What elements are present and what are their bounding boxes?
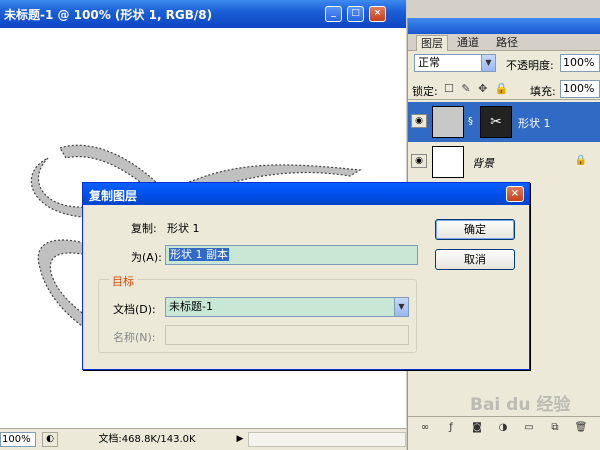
layer-row-shape[interactable]: ◉ § ✂ 形状 1 (408, 102, 600, 142)
document-title: 未标题-1 @ 100% (形状 1, RGB/8) (4, 8, 213, 22)
blend-row: 正常 ▼ 不透明度: 100% (408, 52, 600, 74)
as-name-value: 形状 1 副本 (169, 248, 229, 261)
opacity-field[interactable]: 100% (560, 54, 600, 72)
document-select-value: 未标题-1 (169, 300, 213, 313)
new-layer-icon[interactable]: ⧉ (548, 421, 562, 435)
blend-mode-select[interactable]: 正常 ▼ (414, 54, 496, 72)
close-icon[interactable]: × (506, 186, 524, 202)
watermark: Bai du 经验 (470, 395, 571, 415)
duplicate-layer-dialog: 复制图层 × 复制: 形状 1 为(A): 形状 1 副本 目标 文档(D): … (82, 182, 530, 370)
ok-button[interactable]: 确定 (435, 219, 515, 240)
as-name-input[interactable]: 形状 1 副本 (165, 245, 418, 265)
fill-field[interactable]: 100% (560, 80, 600, 98)
dialog-title: 复制图层 (89, 189, 138, 203)
zoom-field[interactable]: 100% (0, 432, 36, 447)
maximize-button[interactable]: □ (347, 6, 364, 22)
lock-label: 锁定: (412, 85, 438, 98)
adjustment-icon[interactable]: ◑ (496, 421, 510, 435)
document-select[interactable]: 未标题-1 ▼ (165, 297, 409, 317)
layer-name: 背景 (472, 157, 494, 170)
destination-group-title: 目标 (109, 273, 137, 289)
close-button[interactable]: × (369, 6, 386, 22)
copy-value: 形状 1 (167, 222, 200, 235)
name-input (165, 325, 409, 345)
lock-row: 锁定: ☐ ✎ ✥ 🔒 填充: 100% (408, 78, 600, 100)
tab-channels[interactable]: 通道 (453, 35, 483, 51)
layer-row-background[interactable]: ◉ 背景 🔒 (408, 142, 600, 182)
lock-icons[interactable]: ☐ ✎ ✥ 🔒 (444, 82, 510, 95)
tab-layers[interactable]: 图层 (416, 35, 448, 51)
vector-mask-thumbnail: ✂ (480, 106, 512, 138)
name-label: 名称(N): (113, 331, 156, 344)
palette-footer: ∞ ƒ ◙ ◑ ▭ ⧉ 🗑 (408, 416, 600, 438)
eye-icon[interactable]: ◉ (411, 114, 427, 128)
chevron-down-icon[interactable]: ▼ (481, 55, 495, 71)
folder-icon[interactable]: ▭ (522, 421, 536, 435)
copy-label: 复制: (131, 222, 157, 235)
cancel-button[interactable]: 取消 (435, 249, 515, 270)
fill-label: 填充: (530, 85, 556, 98)
trash-icon[interactable]: 🗑 (574, 421, 588, 435)
palette-tabs: 图层 通道 路径 (408, 34, 600, 51)
minimize-button[interactable]: _ (325, 6, 342, 22)
layer-thumbnail (432, 106, 464, 138)
chain-link-icon: § (468, 116, 473, 127)
document-label: 文档(D): (113, 303, 156, 316)
mask-icon[interactable]: ◙ (470, 421, 484, 435)
layer-name: 形状 1 (518, 117, 551, 130)
as-label: 为(A): (131, 251, 162, 264)
link-icon[interactable]: ∞ (418, 421, 432, 435)
status-bar: 100% ◐ 文档:468.8K/143.0K ▶ (0, 428, 406, 450)
chevron-down-icon[interactable]: ▼ (394, 298, 408, 316)
lock-icon: 🔒 (574, 155, 587, 166)
fx-icon[interactable]: ƒ (444, 421, 458, 435)
eye-icon[interactable]: ◉ (411, 154, 427, 168)
opacity-label: 不透明度: (506, 59, 554, 72)
tab-paths[interactable]: 路径 (492, 35, 522, 51)
horizontal-scrollbar[interactable] (248, 432, 406, 447)
blend-mode-value: 正常 (418, 56, 440, 69)
layer-thumbnail (432, 146, 464, 178)
palette-title-bar[interactable] (408, 18, 600, 34)
document-title-bar[interactable]: 未标题-1 @ 100% (形状 1, RGB/8) _ □ × (0, 0, 406, 28)
dialog-title-bar[interactable]: 复制图层 × (83, 183, 529, 205)
document-info: 文档:468.8K/143.0K (98, 434, 196, 445)
status-menu-arrow[interactable]: ▶ (234, 432, 246, 447)
navigate-icon[interactable]: ◐ (42, 432, 58, 447)
